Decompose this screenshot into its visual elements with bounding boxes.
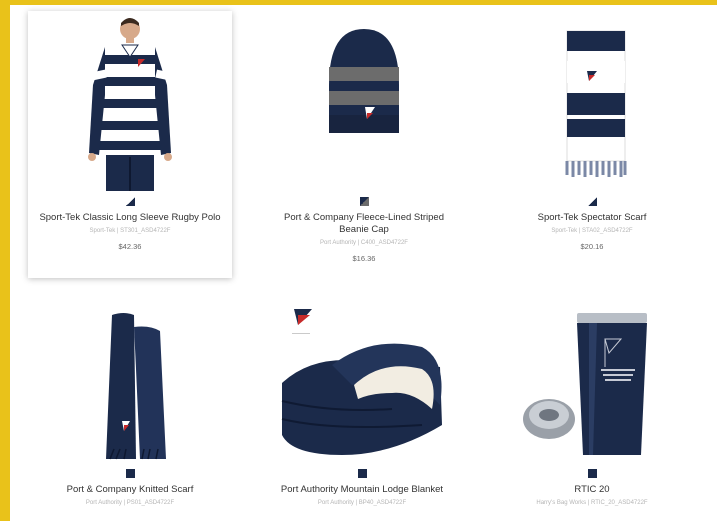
svg-text:———: ——— — [292, 331, 310, 337]
product-card-lodge-blanket[interactable]: ——— Port Authority Mountain Lodge Blanke… — [260, 305, 464, 521]
product-image[interactable] — [75, 15, 185, 195]
product-grid-frame: Sport-Tek Classic Long Sleeve Rugby Polo… — [10, 5, 717, 521]
product-price: $16.36 — [352, 254, 376, 263]
color-swatch[interactable] — [125, 197, 135, 206]
product-grid: Sport-Tek Classic Long Sleeve Rugby Polo… — [10, 5, 717, 521]
product-card-rugby-polo[interactable]: Sport-Tek Classic Long Sleeve Rugby Polo… — [28, 11, 232, 278]
rugby-polo-illustration — [88, 18, 172, 191]
product-price: $20.16 — [580, 242, 604, 251]
product-sku: Harry's Bag Works | RTIC_20_ASD4722F — [536, 500, 648, 506]
product-image[interactable] — [517, 309, 667, 469]
product-image[interactable] — [309, 15, 419, 195]
product-name[interactable]: RTIC 20 — [490, 484, 694, 496]
product-name[interactable]: Port & Company Fleece-Lined Striped Bean… — [262, 212, 466, 236]
color-swatch[interactable] — [357, 469, 367, 478]
product-name[interactable]: Sport-Tek Spectator Scarf — [490, 212, 694, 224]
color-swatch[interactable] — [587, 469, 597, 478]
product-sku: Port Authority | PS01_ASD4722F — [85, 500, 175, 506]
product-name[interactable]: Sport-Tek Classic Long Sleeve Rugby Polo — [28, 212, 232, 224]
product-card-spectator-scarf[interactable]: Sport-Tek Spectator Scarf Sport-Tek | ST… — [490, 11, 694, 278]
product-image[interactable] — [70, 309, 190, 469]
product-sku: Port Authority | BP40_ASD4722F — [317, 500, 407, 506]
color-swatch[interactable] — [359, 197, 369, 206]
product-sku: Sport-Tek | ST301_ASD4722F — [89, 228, 171, 234]
spectator-scarf-illustration — [565, 30, 627, 177]
lodge-blanket-illustration: ——— — [281, 309, 442, 455]
product-price: $42.36 — [118, 242, 142, 251]
product-card-knitted-scarf[interactable]: Port & Company Knitted Scarf Port Author… — [28, 305, 232, 521]
knitted-scarf-illustration — [106, 313, 166, 460]
beanie-illustration — [329, 29, 399, 133]
product-image[interactable]: ——— — [272, 305, 452, 465]
color-swatch[interactable] — [587, 197, 597, 206]
product-name[interactable]: Port Authority Mountain Lodge Blanket — [260, 484, 464, 496]
product-sku: Port Authority | C400_ASD4722F — [320, 240, 408, 246]
product-image[interactable] — [537, 15, 647, 195]
rtic-tumbler-illustration — [523, 313, 647, 455]
product-name[interactable]: Port & Company Knitted Scarf — [28, 484, 232, 496]
product-card-beanie[interactable]: Port & Company Fleece-Lined Striped Bean… — [262, 11, 466, 278]
color-swatch[interactable] — [125, 469, 135, 478]
product-sku: Sport-Tek | STA02_ASD4722F — [551, 228, 633, 234]
product-card-rtic-20[interactable]: RTIC 20 Harry's Bag Works | RTIC_20_ASD4… — [490, 305, 694, 521]
